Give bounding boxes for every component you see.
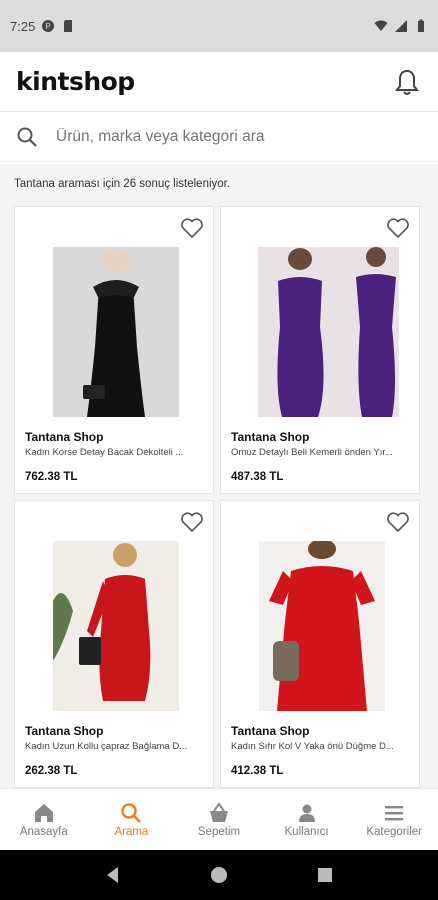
nav-home[interactable]: Anasayfa — [1, 802, 87, 838]
product-price: 487.38 TL — [231, 471, 284, 483]
product-brand: Tantana Shop — [25, 724, 104, 738]
product-price: 762.38 TL — [25, 471, 78, 483]
home-icon — [34, 803, 53, 822]
nav-categories[interactable]: Kategoriler — [351, 802, 437, 838]
bell-icon[interactable] — [392, 67, 422, 97]
product-price: 412.38 TL — [231, 765, 284, 777]
product-name: Kadın Korse Detay Bacak Dekolteli ... — [25, 447, 184, 458]
heart-icon[interactable] — [386, 511, 410, 533]
user-icon — [298, 804, 315, 822]
product-card[interactable]: Tantana Shop Kadın Korse Detay Bacak Dek… — [14, 206, 214, 494]
svg-text:P: P — [46, 22, 51, 31]
status-time: 7:25 — [10, 18, 36, 34]
product-image[interactable] — [259, 541, 385, 711]
heart-icon[interactable] — [180, 511, 204, 533]
product-name: Kadın Uzun Kollu çapraz Bağlama D... — [25, 741, 188, 752]
product-name: Kadın Sıfır Kol V Yaka önü Düğme D... — [231, 741, 394, 752]
basket-icon — [209, 801, 228, 822]
results-area[interactable]: Tantana araması için 26 sonuç listeleniy… — [0, 164, 438, 788]
search-icon — [121, 802, 142, 823]
product-card[interactable]: Tantana Shop Omuz Detaylı Beli Kemerli ö… — [220, 206, 420, 494]
sd-card-icon — [64, 20, 73, 32]
nav-label: Kullanıcı — [284, 825, 329, 838]
battery-icon — [418, 19, 424, 32]
product-card[interactable]: Tantana Shop Kadın Uzun Kollu çapraz Bağ… — [14, 500, 214, 788]
recents-icon[interactable] — [315, 865, 335, 885]
nav-label: Anasayfa — [19, 825, 68, 838]
nav-basket[interactable]: Sepetim — [176, 801, 262, 838]
product-brand: Tantana Shop — [25, 430, 104, 444]
nav-label: Sepetim — [197, 825, 241, 838]
nav-label: Kategoriler — [366, 825, 422, 838]
product-grid: Tantana Shop Kadın Korse Detay Bacak Dek… — [0, 206, 438, 788]
product-image[interactable] — [53, 541, 179, 711]
home-button-icon[interactable] — [209, 865, 229, 885]
product-card[interactable]: Tantana Shop Kadın Sıfır Kol V Yaka önü … — [220, 500, 420, 788]
search-input[interactable] — [56, 127, 416, 146]
search-bar[interactable] — [0, 112, 438, 162]
heart-icon[interactable] — [180, 217, 204, 239]
status-bar: 7:25 P — [0, 0, 438, 52]
product-name: Omuz Detaylı Beli Kemerli önden Yır... — [231, 447, 393, 458]
heart-icon[interactable] — [386, 217, 410, 239]
product-price: 262.38 TL — [25, 765, 78, 777]
app-logo: kintshop — [16, 67, 135, 96]
bottom-navigation: Anasayfa Arama Sepetim Kullanıcı Kategor… — [0, 788, 438, 850]
product-image[interactable] — [53, 247, 179, 417]
product-image[interactable] — [243, 247, 399, 417]
product-brand: Tantana Shop — [231, 430, 310, 444]
app-header: kintshop — [0, 52, 438, 112]
app-notification-icon: P — [42, 20, 55, 32]
system-navigation-bar — [0, 850, 438, 900]
nav-search[interactable]: Arama — [88, 802, 174, 838]
result-count-text: Tantana araması için 26 sonuç listeleniy… — [14, 178, 231, 190]
nav-user[interactable]: Kullanıcı — [264, 802, 350, 838]
product-brand: Tantana Shop — [231, 724, 310, 738]
menu-icon — [385, 805, 404, 820]
nav-label: Arama — [114, 825, 149, 838]
signal-icon — [395, 20, 407, 32]
wifi-icon — [374, 20, 388, 31]
search-icon — [17, 127, 37, 147]
back-icon[interactable] — [103, 865, 123, 885]
